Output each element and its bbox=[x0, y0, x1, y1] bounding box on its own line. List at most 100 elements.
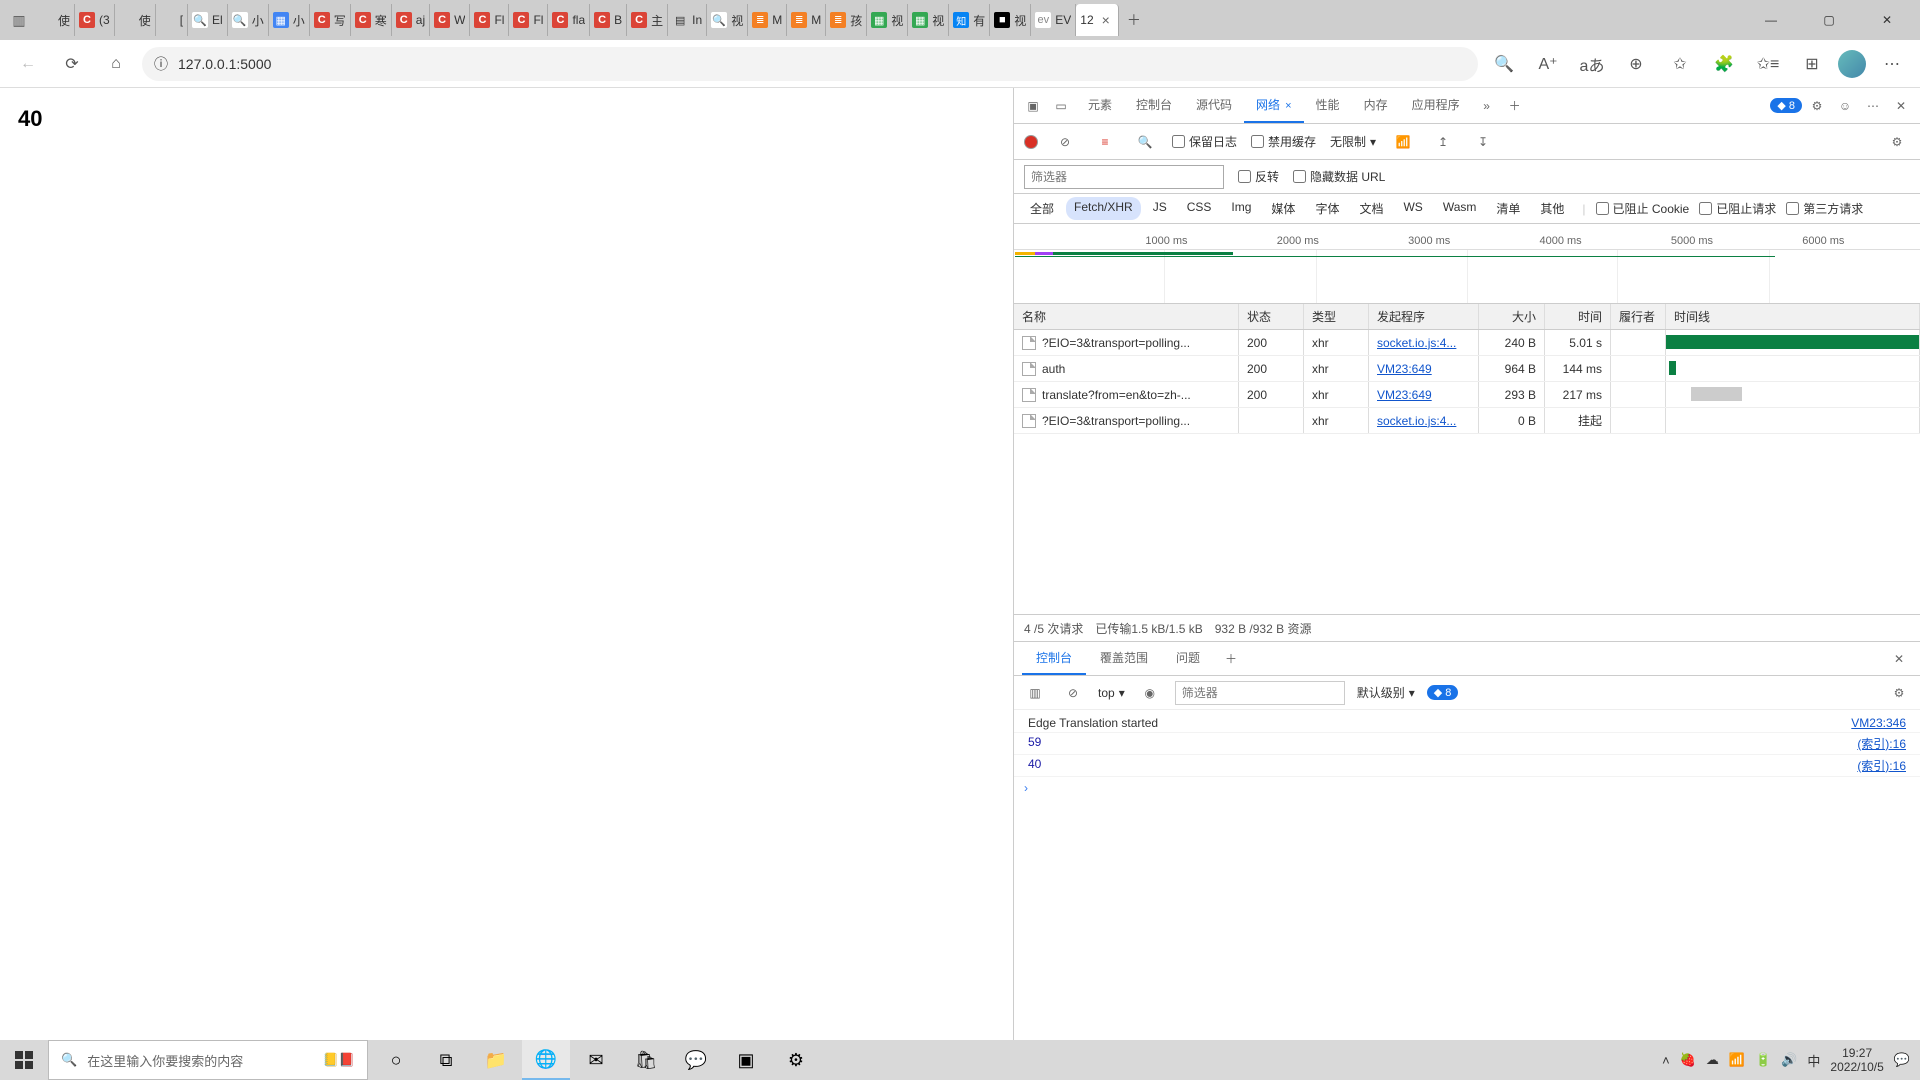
console-level-select[interactable]: 默认级别 ▾ bbox=[1357, 684, 1415, 701]
tray-volume-icon[interactable]: 🔊 bbox=[1781, 1052, 1797, 1068]
browser-tab[interactable]: ≣M bbox=[787, 4, 826, 36]
window-minimize-button[interactable]: — bbox=[1742, 0, 1800, 40]
favorites-bar-icon[interactable]: ✩≡ bbox=[1750, 46, 1786, 82]
network-type-checkbox[interactable]: 已阻止 Cookie bbox=[1596, 200, 1690, 217]
tray-cloud-icon[interactable]: ☁ bbox=[1706, 1052, 1719, 1068]
network-timeline-overview[interactable] bbox=[1014, 250, 1920, 304]
issues-badge[interactable]: ◆ 8 bbox=[1770, 98, 1802, 113]
col-status[interactable]: 状态 bbox=[1239, 304, 1304, 329]
new-tab-button[interactable]: ＋ bbox=[1119, 5, 1149, 35]
clear-icon[interactable]: ⊘ bbox=[1052, 129, 1078, 155]
col-type[interactable]: 类型 bbox=[1304, 304, 1369, 329]
browser-tab[interactable]: 🔍小 bbox=[228, 4, 269, 36]
browser-tab[interactable]: evEV bbox=[1031, 4, 1076, 36]
start-button[interactable] bbox=[0, 1040, 48, 1080]
network-type-filter[interactable]: 全部 bbox=[1022, 197, 1062, 220]
network-type-checkbox[interactable]: 第三方请求 bbox=[1786, 200, 1863, 217]
network-type-filter[interactable]: 媒体 bbox=[1263, 197, 1303, 220]
export-har-icon[interactable]: ↧ bbox=[1470, 129, 1496, 155]
devtools-tab[interactable]: 网络 × bbox=[1244, 88, 1304, 123]
browser-tab[interactable]: ■视 bbox=[990, 4, 1031, 36]
devtools-close-icon[interactable]: ✕ bbox=[1888, 93, 1914, 119]
tab-close-icon[interactable]: × bbox=[1098, 12, 1114, 28]
network-type-filter[interactable]: WS bbox=[1395, 197, 1430, 220]
task-cortana-icon[interactable]: ○ bbox=[372, 1040, 420, 1080]
drawer-add-icon[interactable]: ＋ bbox=[1218, 646, 1244, 672]
import-har-icon[interactable]: ↥ bbox=[1430, 129, 1456, 155]
console-sidebar-icon[interactable]: ▥ bbox=[1022, 680, 1048, 706]
browser-tab[interactable]: CFl bbox=[470, 4, 509, 36]
tray-wifi-icon[interactable]: 📶 bbox=[1729, 1052, 1745, 1068]
task-pycharm-icon[interactable]: ▣ bbox=[722, 1040, 770, 1080]
feedback-icon[interactable]: ☺ bbox=[1832, 93, 1858, 119]
extensions-icon[interactable]: 🧩 bbox=[1706, 46, 1742, 82]
network-request-row[interactable]: translate?from=en&to=zh-... 200 xhr VM23… bbox=[1014, 382, 1920, 408]
network-type-filter[interactable]: Fetch/XHR bbox=[1066, 197, 1141, 220]
devtools-tab[interactable]: 性能 bbox=[1304, 88, 1352, 123]
devtools-tab[interactable]: 控制台 bbox=[1124, 88, 1184, 123]
browser-tab[interactable]: CW bbox=[430, 4, 470, 36]
browser-tab-active[interactable]: 12 × bbox=[1076, 4, 1119, 36]
browser-tab[interactable]: 使 bbox=[34, 4, 75, 36]
browser-tab[interactable]: ▦小 bbox=[269, 4, 310, 36]
console-settings-icon[interactable]: ⚙ bbox=[1886, 680, 1912, 706]
address-bar[interactable]: ⓘ 127.0.0.1:5000 bbox=[142, 47, 1478, 81]
console-line[interactable]: 40(索引):16 bbox=[1014, 755, 1920, 777]
network-type-filter[interactable]: 清单 bbox=[1488, 197, 1528, 220]
site-info-icon[interactable]: ⓘ bbox=[154, 54, 168, 74]
task-settings-icon[interactable]: ⚙ bbox=[772, 1040, 820, 1080]
console-clear-icon[interactable]: ⊘ bbox=[1060, 680, 1086, 706]
network-type-filter[interactable]: 字体 bbox=[1307, 197, 1347, 220]
tray-app-icon[interactable]: 🍓 bbox=[1680, 1052, 1696, 1068]
taskbar-search[interactable]: 🔍 在这里输入你要搜索的内容 📒📕 bbox=[48, 1040, 368, 1080]
settings-icon[interactable]: ⚙ bbox=[1804, 93, 1830, 119]
browser-tab[interactable]: CFl bbox=[509, 4, 548, 36]
window-maximize-button[interactable]: ▢ bbox=[1800, 0, 1858, 40]
browser-tab[interactable]: ▦视 bbox=[867, 4, 908, 36]
more-icon[interactable]: ⋯ bbox=[1874, 46, 1910, 82]
profile-avatar[interactable] bbox=[1838, 50, 1866, 78]
invert-checkbox[interactable]: 反转 bbox=[1238, 168, 1279, 185]
console-issues-badge[interactable]: ◆ 8 bbox=[1427, 685, 1459, 700]
network-filter-input[interactable] bbox=[1024, 165, 1224, 189]
preserve-log-checkbox[interactable]: 保留日志 bbox=[1172, 133, 1237, 150]
network-type-filter[interactable]: CSS bbox=[1179, 197, 1220, 220]
inspect-icon[interactable]: ▣ bbox=[1020, 93, 1046, 119]
devtools-tab[interactable]: 内存 bbox=[1352, 88, 1400, 123]
task-edge-icon[interactable]: 🌐 bbox=[522, 1040, 570, 1080]
browser-tab[interactable]: ▤In bbox=[668, 4, 707, 36]
customize-icon[interactable]: ⋯ bbox=[1860, 93, 1886, 119]
record-button[interactable] bbox=[1024, 135, 1038, 149]
hide-data-url-checkbox[interactable]: 隐藏数据 URL bbox=[1293, 168, 1385, 185]
col-size[interactable]: 大小 bbox=[1479, 304, 1545, 329]
window-close-button[interactable]: ✕ bbox=[1858, 0, 1916, 40]
task-store-icon[interactable]: 🛍 bbox=[622, 1040, 670, 1080]
network-type-filter[interactable]: Wasm bbox=[1435, 197, 1485, 220]
search-network-icon[interactable]: 🔍 bbox=[1132, 129, 1158, 155]
favorite-icon[interactable]: ✩ bbox=[1662, 46, 1698, 82]
network-settings-icon[interactable]: ⚙ bbox=[1884, 129, 1910, 155]
live-expression-icon[interactable]: ◉ bbox=[1137, 680, 1163, 706]
network-type-filter[interactable]: 其他 bbox=[1532, 197, 1572, 220]
nav-home-button[interactable]: ⌂ bbox=[98, 46, 134, 82]
browser-tab[interactable]: 使 bbox=[115, 4, 156, 36]
task-wechat-icon[interactable]: 💬 bbox=[672, 1040, 720, 1080]
network-request-row[interactable]: ?EIO=3&transport=polling... xhr socket.i… bbox=[1014, 408, 1920, 434]
browser-tab[interactable]: C(3 bbox=[75, 4, 115, 36]
read-aloud-icon[interactable]: A⁺ bbox=[1530, 46, 1566, 82]
add-tab-icon[interactable]: ＋ bbox=[1502, 93, 1528, 119]
drawer-tab[interactable]: 问题 bbox=[1162, 642, 1214, 675]
nav-back-button[interactable]: ← bbox=[10, 46, 46, 82]
browser-tab[interactable]: ▦视 bbox=[908, 4, 949, 36]
devtools-tab[interactable]: 源代码 bbox=[1184, 88, 1244, 123]
network-request-row[interactable]: ?EIO=3&transport=polling... 200 xhr sock… bbox=[1014, 330, 1920, 356]
tray-chevron-icon[interactable]: ˄ bbox=[1662, 1053, 1670, 1068]
translate-icon[interactable]: aあ bbox=[1574, 46, 1610, 82]
nav-refresh-button[interactable]: ⟳ bbox=[54, 46, 90, 82]
browser-tab[interactable]: C寒 bbox=[351, 4, 392, 36]
throttle-select[interactable]: 无限制 ▾ bbox=[1330, 133, 1376, 150]
console-line[interactable]: 59(索引):16 bbox=[1014, 733, 1920, 755]
tray-clock[interactable]: 19:27 2022/10/5 bbox=[1830, 1046, 1883, 1074]
col-time[interactable]: 时间 bbox=[1545, 304, 1611, 329]
devtools-tab[interactable]: 元素 bbox=[1076, 88, 1124, 123]
